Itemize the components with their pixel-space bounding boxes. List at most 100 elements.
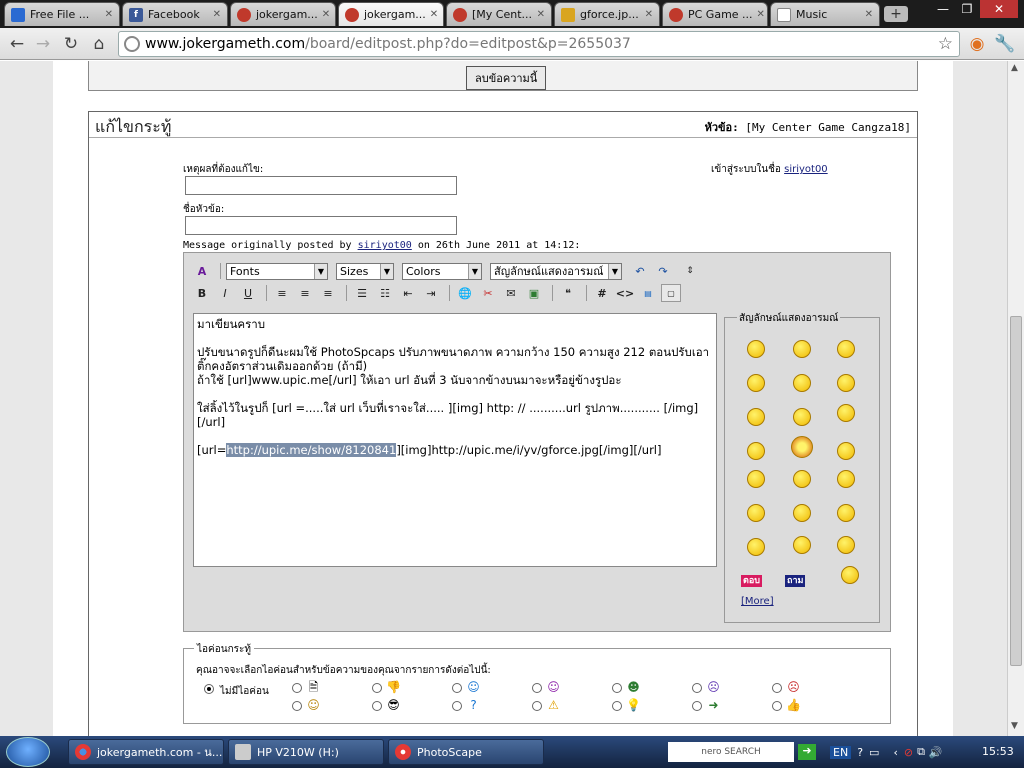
network-icon[interactable]: ⧉ [917,745,925,759]
align-left-icon[interactable]: ≡ [272,284,292,302]
smiley-icon[interactable] [841,566,859,584]
extension-icon[interactable]: ◉ [966,33,988,55]
smiley-icon[interactable] [793,340,811,358]
post-icon-radio[interactable] [532,683,542,693]
tab-music[interactable]: Music ✕ [770,2,880,26]
align-right-icon[interactable]: ≡ [318,284,338,302]
start-button[interactable] [6,737,50,767]
home-icon[interactable]: ⌂ [88,33,110,55]
post-icon-radio[interactable] [452,683,462,693]
post-icon-radio[interactable] [372,701,382,711]
post-icon-radio[interactable] [692,701,702,711]
fonts-select[interactable]: Fonts ▼ [226,262,328,280]
colors-select[interactable]: Colors ▼ [402,262,482,280]
smilies-select[interactable]: สัญลักษณ์แสดงอารมณ์ ▼ [490,262,622,280]
taskbar-item-drive[interactable]: HP V210W (H:) [228,739,384,765]
volume-icon[interactable]: 🔊 [929,746,943,759]
scrollbar-thumb[interactable] [1010,316,1022,666]
logged-in-user-link[interactable]: siriyot00 [784,164,828,175]
ordered-list-icon[interactable]: ☰ [352,284,372,302]
tab-free-file[interactable]: Free File ... ✕ [4,2,120,26]
post-icon-radio[interactable] [452,701,462,711]
orig-user-link[interactable]: siriyot00 [358,240,412,251]
message-textarea[interactable]: มาเขียนคราบ ปรับขนาดรูปก็ดีนะผมใช้ Photo… [193,313,717,567]
close-tab-icon[interactable]: ✕ [861,9,873,20]
smiley-icon[interactable] [837,470,855,488]
post-icon-radio[interactable] [612,683,622,693]
smiley-icon[interactable] [837,504,855,522]
close-window-icon[interactable]: ✕ [980,0,1018,18]
wrench-menu-icon[interactable]: 🔧 [994,33,1016,55]
post-icon-radio[interactable] [692,683,702,693]
close-tab-icon[interactable]: ✕ [209,9,221,20]
language-indicator[interactable]: EN [830,745,852,759]
post-icon-radio[interactable] [292,683,302,693]
insert-code-icon[interactable]: # [592,284,612,302]
insert-php-icon[interactable]: ▤ [638,284,658,302]
smiley-icon[interactable] [793,374,811,392]
delete-post-button[interactable]: ลบข้อความนี้ [466,66,547,90]
smiley-icon[interactable] [837,404,855,422]
close-tab-icon[interactable]: ✕ [426,9,438,20]
post-icon-radio[interactable] [292,701,302,711]
insert-image-icon[interactable]: ▣ [524,284,544,302]
switch-mode-icon[interactable]: A [192,262,212,280]
taskbar-item-photoscape[interactable]: PhotoScape [388,739,544,765]
page-scrollbar[interactable]: ▲ ▼ [1007,61,1024,736]
insert-link-icon[interactable]: 🌐 [455,284,475,302]
smiley-icon[interactable] [747,408,765,426]
more-smilies-link[interactable]: [More] [741,596,774,607]
smiley-icon[interactable] [837,374,855,392]
redo-icon[interactable]: ↷ [653,262,673,280]
close-tab-icon[interactable]: ✕ [101,9,113,20]
post-icon-radio[interactable] [772,701,782,711]
title-input[interactable] [185,216,457,235]
smiley-icon[interactable] [793,408,811,426]
page-info-icon[interactable] [124,36,140,52]
tab-gforce[interactable]: gforce.jp... ✕ [554,2,660,26]
smiley-icon[interactable] [747,374,765,392]
post-icon-radio[interactable] [372,683,382,693]
close-tab-icon[interactable]: ✕ [533,9,545,20]
remove-link-icon[interactable]: ✂ [478,284,498,302]
smiley-icon[interactable] [793,536,811,554]
system-clock[interactable]: 15:53 [982,745,1014,758]
italic-icon[interactable]: I [215,284,235,302]
close-tab-icon[interactable]: ✕ [641,9,653,20]
smiley-icon[interactable] [837,536,855,554]
underline-icon[interactable]: U [238,284,258,302]
question-tag-icon[interactable]: ถาม [785,575,806,587]
sizes-select[interactable]: Sizes ▼ [336,262,394,280]
unordered-list-icon[interactable]: ☷ [375,284,395,302]
smiley-icon[interactable] [747,538,765,556]
forward-icon[interactable]: → [32,33,54,55]
smiley-icon[interactable] [793,504,811,522]
insert-email-icon[interactable]: ✉ [501,284,521,302]
smiley-icon[interactable] [747,340,765,358]
bookmark-star-icon[interactable]: ☆ [938,32,953,56]
minimize-icon[interactable]: — [930,0,956,18]
post-icon-radio[interactable] [612,701,622,711]
help-icon[interactable]: ? [857,746,863,759]
no-icon-radio[interactable] [204,684,214,694]
scroll-down-icon[interactable]: ▼ [1011,721,1018,731]
post-icon-radio[interactable] [532,701,542,711]
insert-html-icon[interactable]: <> [615,284,635,302]
tab-jokergame-1[interactable]: jokergam... ✕ [230,2,336,26]
back-icon[interactable]: ← [6,33,28,55]
search-go-icon[interactable]: ➜ [798,744,816,760]
tab-facebook[interactable]: f Facebook ✕ [122,2,228,26]
new-tab-button[interactable]: + [884,6,908,22]
spoiler-icon[interactable]: ▢ [661,284,681,302]
address-bar[interactable]: www.jokergameth.com/board/editpost.php?d… [118,31,960,57]
resize-editor-icon[interactable]: ⇕ [680,262,700,280]
insert-quote-icon[interactable]: ❝ [558,284,578,302]
outdent-icon[interactable]: ⇤ [398,284,418,302]
indent-icon[interactable]: ⇥ [421,284,441,302]
nero-search-box[interactable]: nero SEARCH [668,742,794,762]
post-icon-radio[interactable] [772,683,782,693]
tab-pc-game[interactable]: PC Game ... ✕ [662,2,768,26]
reload-icon[interactable]: ↻ [60,33,82,55]
show-hidden-icons-icon[interactable]: ‹ [893,746,897,759]
angry-smiley-icon[interactable] [791,436,813,458]
